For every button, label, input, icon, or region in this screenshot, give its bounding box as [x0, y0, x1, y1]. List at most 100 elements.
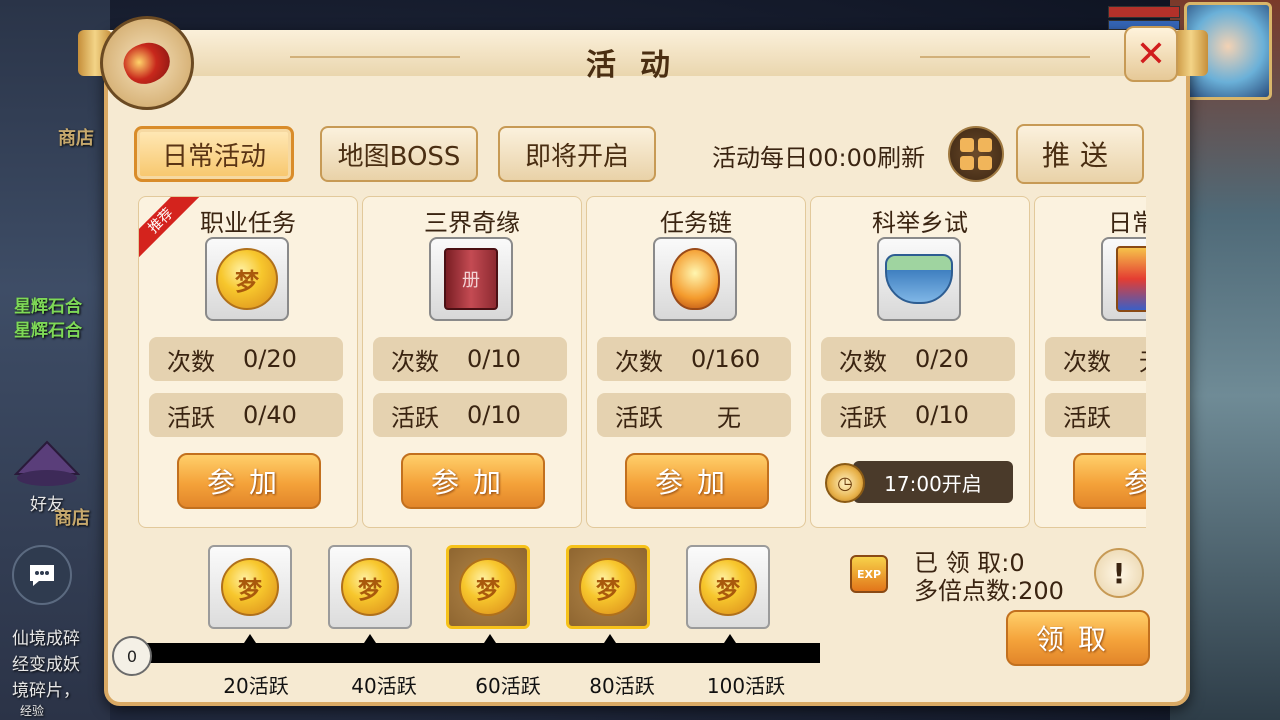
count-value: 无 [1139, 342, 1146, 377]
count-value: 0/160 [691, 345, 761, 373]
tab-coming-soon[interactable]: 即将开启 [498, 126, 656, 182]
activity-name: 三界奇缘 [424, 209, 520, 237]
join-button[interactable]: 参加 [401, 453, 545, 509]
chat-line-3: 境碎片， [12, 681, 80, 701]
count-row: 次数 0/10 [373, 337, 567, 381]
active-row: 活跃 0/10 [373, 393, 567, 437]
shop-label[interactable]: 商店 [58, 124, 94, 150]
count-label: 次数 [1063, 347, 1111, 376]
active-label: 活跃 [1063, 403, 1111, 432]
milestone-label: 40活跃 [351, 674, 417, 698]
progress-tick [364, 634, 376, 643]
friend-hat-icon[interactable] [13, 440, 81, 490]
scroll-rod-right [1174, 30, 1208, 76]
count-row: 次数 0/20 [149, 337, 343, 381]
hp-bar [1108, 6, 1180, 18]
background-left-scene [0, 0, 110, 720]
reward-chest-40[interactable]: 梦 [328, 545, 412, 629]
count-value: 0/20 [915, 345, 969, 373]
horn-icon [100, 16, 194, 110]
close-button[interactable]: ✕ [1124, 26, 1178, 82]
reward-chest-60[interactable]: 梦 [446, 545, 530, 629]
activity-card[interactable]: 任务链 次数 0/160 活跃 无 参加 [586, 196, 806, 528]
active-row: 活跃 0/10 [821, 393, 1015, 437]
grid-menu-icon[interactable] [948, 126, 1004, 182]
gold-coin-icon: 梦 [459, 558, 517, 616]
reward-chest-80[interactable]: 梦 [566, 545, 650, 629]
title-ornament-left [290, 56, 460, 58]
shop-label-2[interactable]: 商店 [54, 504, 90, 530]
claim-button[interactable]: 领取 [1006, 610, 1150, 666]
count-label: 次数 [391, 347, 439, 376]
timer-label: 17:00开启 [853, 461, 1013, 503]
active-label: 活跃 [615, 403, 663, 432]
milestone-label: 20活跃 [223, 674, 289, 698]
active-value: 0/10 [915, 401, 969, 429]
count-label: 次数 [615, 347, 663, 376]
chat-line-1: 仙境成碎 [12, 629, 80, 649]
porcelain-bowl-icon[interactable] [877, 237, 961, 321]
activity-card[interactable]: 日常副 次数 无 活跃 参 [1034, 196, 1146, 528]
progress-tick [244, 634, 256, 643]
poster-icon[interactable] [1101, 237, 1146, 321]
join-button[interactable]: 参 [1073, 453, 1146, 509]
chat-text-green-1: 星辉石合 [14, 297, 82, 317]
activity-list[interactable]: 职业任务 推荐 梦 次数 0/20 活跃 0/40 参加 三界奇缘 册 次数 0… [136, 196, 1146, 528]
stopwatch-icon: ◷ [825, 463, 865, 503]
active-value: 0/10 [467, 401, 521, 429]
gold-coin-icon[interactable]: 梦 [205, 237, 289, 321]
activity-name: 任务链 [660, 209, 732, 237]
active-label: 活跃 [167, 403, 215, 432]
join-button[interactable]: 参加 [625, 453, 769, 509]
lantern-icon[interactable] [653, 237, 737, 321]
current-active-value: 0 [112, 636, 152, 676]
count-value: 0/20 [243, 345, 297, 373]
gold-coin-icon: 梦 [699, 558, 757, 616]
activity-name: 日常副 [1108, 209, 1146, 237]
milestone-label: 100活跃 [706, 674, 786, 698]
open-timer: 17:00开启 ◷ [825, 459, 1015, 503]
red-book-icon[interactable]: 册 [429, 237, 513, 321]
chat-bubble-icon[interactable] [12, 545, 72, 605]
count-label: 次数 [839, 347, 887, 376]
exp-icon: EXP [850, 555, 888, 593]
join-button[interactable]: 参加 [177, 453, 321, 509]
activity-card[interactable]: 科举乡试 次数 0/20 活跃 0/10 17:00开启 ◷ [810, 196, 1030, 528]
recommend-label: 推荐 [139, 197, 199, 257]
active-label: 活跃 [839, 403, 887, 432]
milestone-label: 60活跃 [475, 674, 541, 698]
active-row: 活跃 无 [597, 393, 791, 437]
progress-tick [604, 634, 616, 643]
refresh-notice: 活动每日00:00刷新 [712, 144, 926, 172]
gold-coin-icon: 梦 [221, 558, 279, 616]
progress-tick [484, 634, 496, 643]
chat-text-green-2: 星辉石合 [14, 321, 82, 341]
push-button[interactable]: 推送 [1016, 124, 1144, 184]
active-row: 活跃 [1045, 393, 1146, 437]
active-value: 无 [717, 403, 741, 432]
activity-name: 科举乡试 [872, 209, 968, 237]
tab-map-boss[interactable]: 地图BOSS [320, 126, 478, 182]
count-value: 0/10 [467, 345, 521, 373]
active-value: 0/40 [243, 401, 297, 429]
tab-daily-activities[interactable]: 日常活动 [134, 126, 294, 182]
activity-card[interactable]: 三界奇缘 册 次数 0/10 活跃 0/10 参加 [362, 196, 582, 528]
active-row: 活跃 0/40 [149, 393, 343, 437]
multiplier-points: 多倍点数:200 [914, 577, 1064, 605]
exp-bar-label: 经验 [20, 704, 45, 718]
reward-chest-100[interactable]: 梦 [686, 545, 770, 629]
recommend-ribbon: 推荐 [139, 197, 199, 257]
reward-chest-20[interactable]: 梦 [208, 545, 292, 629]
gold-coin-icon: 梦 [579, 558, 637, 616]
close-icon: ✕ [1135, 33, 1167, 75]
title-ornament-right [920, 56, 1090, 58]
milestone-label: 80活跃 [589, 674, 655, 698]
count-label: 次数 [167, 347, 215, 376]
progress-tick [724, 634, 736, 643]
count-row: 次数 0/20 [821, 337, 1015, 381]
gold-coin-icon: 梦 [341, 558, 399, 616]
info-icon[interactable]: ! [1094, 548, 1144, 598]
active-label: 活跃 [391, 403, 439, 432]
activity-card[interactable]: 职业任务 推荐 梦 次数 0/20 活跃 0/40 参加 [138, 196, 358, 528]
count-row: 次数 0/160 [597, 337, 791, 381]
